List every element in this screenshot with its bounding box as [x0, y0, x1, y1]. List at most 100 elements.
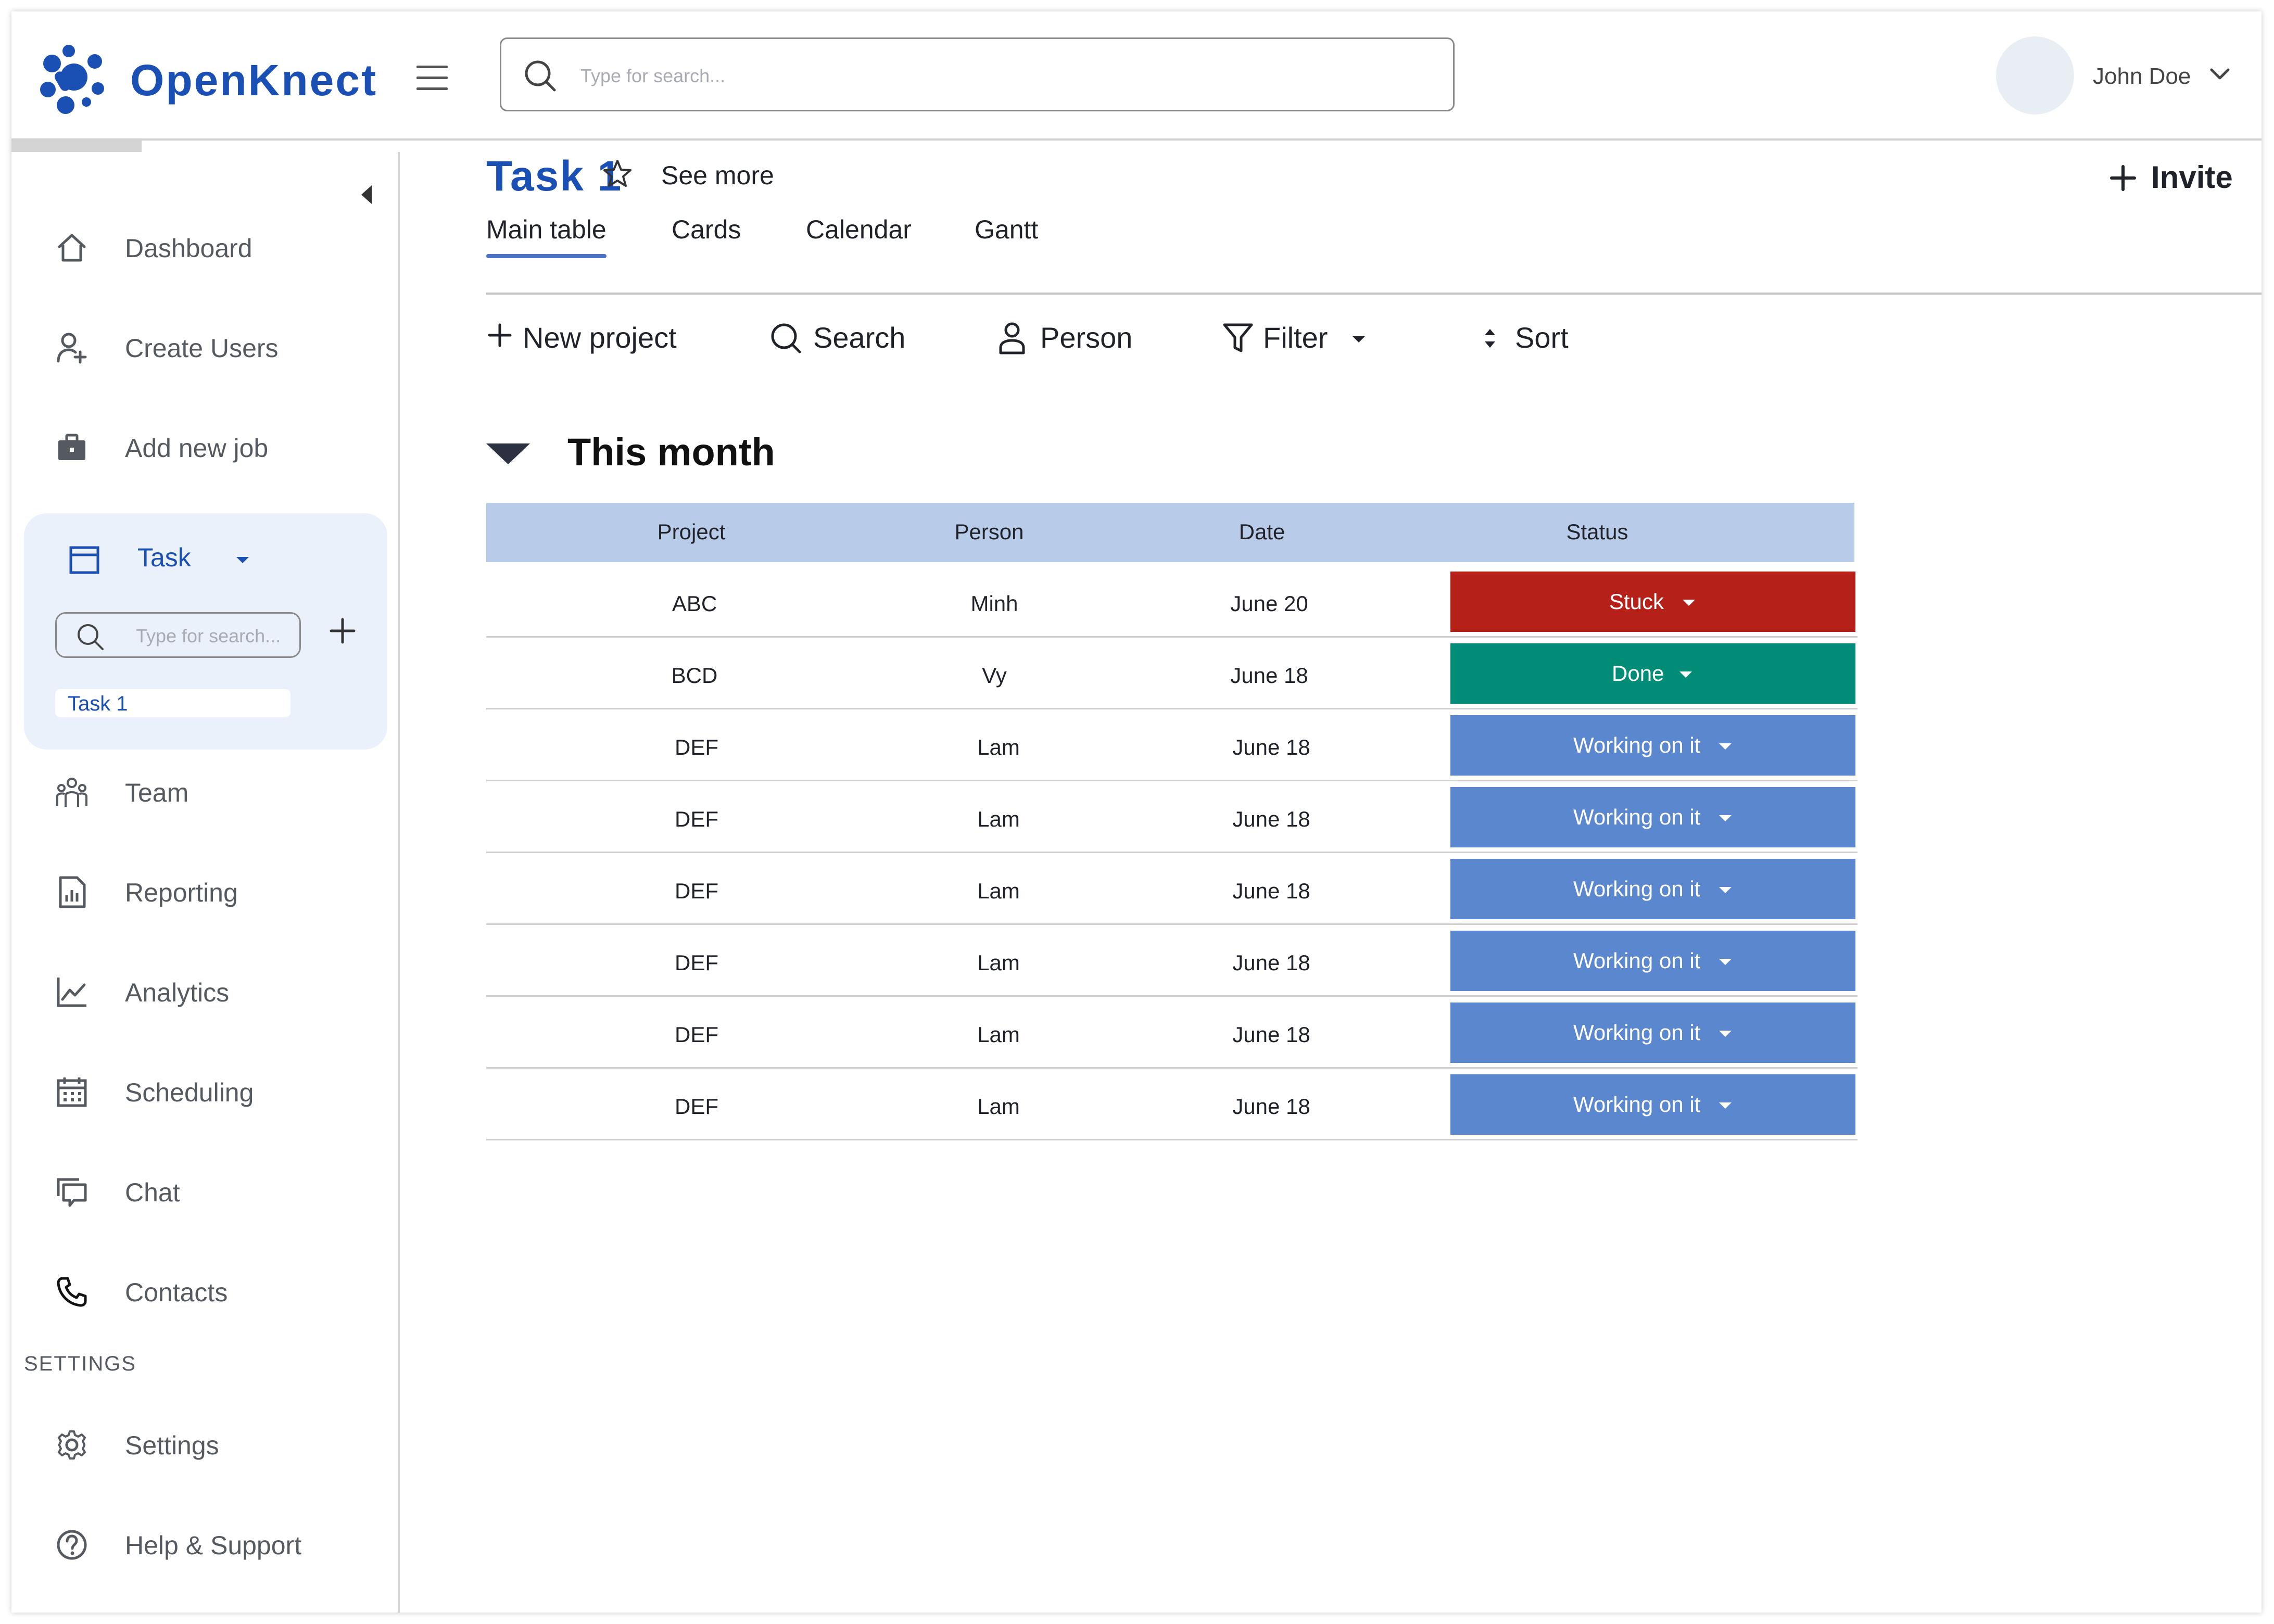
table-row[interactable]: DEF Lam June 18 Working on it — [486, 709, 1858, 781]
sidebar-subitem-task-1[interactable]: Task 1 — [55, 689, 290, 717]
sidebar-item-scheduling[interactable]: Scheduling — [11, 1059, 398, 1121]
column-header-status[interactable]: Status — [1545, 519, 1649, 544]
column-header-date[interactable]: Date — [1210, 519, 1314, 544]
main-content: Task 1 See more Invite Main table Cards … — [400, 152, 2262, 1613]
sidebar: Dashboard Create Users Add new job Task … — [11, 152, 400, 1613]
sidebar-item-task[interactable]: Task Task 1 — [24, 513, 387, 750]
sidebar-item-create-users[interactable]: Create Users — [11, 314, 398, 377]
calendar-icon — [57, 1077, 87, 1107]
table-row[interactable]: DEF Lam June 18 Working on it — [486, 924, 1858, 997]
global-search-box[interactable] — [500, 37, 1455, 111]
table-row[interactable]: BCD Vy June 18 Done — [486, 637, 1858, 709]
new-project-button[interactable]: New project — [486, 318, 694, 359]
sort-icon — [1485, 329, 1495, 348]
table-row[interactable]: ABC Minh June 20 Stuck — [486, 565, 1858, 638]
sidebar-item-label: Task — [137, 543, 191, 572]
task-search-box[interactable] — [55, 612, 301, 658]
sidebar-item-chat[interactable]: Chat — [11, 1159, 398, 1221]
chevron-down-icon[interactable] — [2208, 67, 2231, 82]
table-row[interactable]: DEF Lam June 18 Working on it — [486, 1068, 1858, 1140]
cell-project: DEF — [675, 879, 718, 903]
user-name[interactable]: John Doe — [2093, 64, 2191, 90]
sidebar-item-label: Analytics — [125, 978, 230, 1007]
search-icon — [525, 60, 556, 92]
sidebar-item-analytics[interactable]: Analytics — [11, 959, 398, 1021]
sidebar-item-reporting[interactable]: Reporting — [11, 859, 398, 921]
cell-person: Lam — [977, 879, 1020, 903]
status-dropdown[interactable]: Working on it — [1450, 931, 1855, 991]
filter-button[interactable]: Filter — [1221, 318, 1378, 359]
sidebar-item-team[interactable]: Team — [11, 759, 398, 821]
app-window: OpenKnect John Doe Dashboard — [11, 11, 2262, 1613]
invite-label: Invite — [2151, 160, 2233, 195]
star-icon[interactable] — [602, 158, 633, 189]
analytics-icon — [57, 978, 86, 1007]
cell-date: June 18 — [1230, 663, 1308, 688]
caret-down-icon[interactable] — [236, 557, 249, 563]
sidebar-item-add-new-job[interactable]: Add new job — [11, 414, 398, 477]
chat-icon — [57, 1178, 87, 1207]
column-header-person[interactable]: Person — [937, 519, 1041, 544]
status-dropdown[interactable]: Stuck — [1450, 572, 1855, 632]
cell-project: DEF — [675, 807, 718, 831]
cell-date: June 18 — [1232, 950, 1310, 975]
caret-down-icon — [1679, 671, 1692, 678]
cell-person: Lam — [977, 950, 1020, 975]
table-row[interactable]: DEF Lam June 18 Working on it — [486, 853, 1858, 925]
status-dropdown[interactable]: Working on it — [1450, 1074, 1855, 1135]
table-row[interactable]: DEF Lam June 18 Working on it — [486, 996, 1858, 1069]
person-filter-button[interactable]: Person — [996, 318, 1147, 359]
add-icon[interactable] — [327, 615, 358, 646]
status-dropdown[interactable]: Working on it — [1450, 787, 1855, 847]
caret-down-icon — [1719, 887, 1732, 893]
cell-date: June 18 — [1232, 735, 1310, 759]
cell-project: DEF — [675, 950, 718, 975]
search-button[interactable]: Search — [769, 318, 915, 359]
menu-hamburger-icon[interactable] — [416, 66, 448, 91]
brand-logo[interactable]: OpenKnect — [36, 44, 376, 117]
team-icon — [56, 778, 87, 807]
sidebar-item-settings[interactable]: Settings — [11, 1412, 398, 1474]
sidebar-item-label: Scheduling — [125, 1078, 254, 1107]
cell-project: DEF — [675, 1094, 718, 1119]
collapse-sidebar-icon[interactable] — [361, 185, 372, 204]
scrollbar-thumb[interactable] — [11, 141, 142, 152]
phone-icon — [57, 1277, 87, 1307]
status-label: Working on it — [1573, 1092, 1701, 1116]
sidebar-item-label: Settings — [125, 1431, 219, 1460]
cell-date: June 20 — [1230, 591, 1308, 616]
user-add-icon — [57, 333, 87, 364]
tab-calendar[interactable]: Calendar — [806, 214, 912, 245]
tab-gantt[interactable]: Gantt — [975, 214, 1038, 245]
task-search-input[interactable] — [135, 624, 293, 648]
sidebar-item-help-support[interactable]: Help & Support — [11, 1512, 398, 1574]
cell-project: DEF — [675, 1022, 718, 1047]
sort-label: Sort — [1515, 321, 1569, 354]
home-icon — [58, 234, 86, 262]
status-label: Working on it — [1573, 733, 1701, 757]
status-dropdown[interactable]: Working on it — [1450, 1003, 1855, 1063]
sidebar-item-contacts[interactable]: Contacts — [11, 1259, 398, 1321]
cell-person: Lam — [977, 1022, 1020, 1047]
global-search-input[interactable] — [579, 60, 1414, 92]
sidebar-item-label: Help & Support — [125, 1531, 302, 1560]
see-more-link[interactable]: See more — [661, 160, 774, 191]
cell-date: June 18 — [1232, 807, 1310, 831]
table-row[interactable]: DEF Lam June 18 Working on it — [486, 781, 1858, 853]
caret-down-icon — [1719, 959, 1732, 965]
status-label: Done — [1612, 661, 1664, 686]
filter-icon — [1223, 323, 1253, 352]
sidebar-item-dashboard[interactable]: Dashboard — [11, 214, 398, 277]
sort-button[interactable]: Sort — [1480, 318, 1605, 359]
column-header-project[interactable]: Project — [639, 519, 743, 544]
tab-cards[interactable]: Cards — [672, 214, 741, 245]
avatar[interactable] — [1996, 36, 2074, 115]
status-label: Stuck — [1609, 589, 1664, 614]
status-dropdown[interactable]: Working on it — [1450, 715, 1855, 776]
sidebar-item-label: Add new job — [125, 434, 269, 463]
status-dropdown[interactable]: Working on it — [1450, 859, 1855, 919]
caret-down-icon — [1719, 1031, 1732, 1037]
tab-main-table[interactable]: Main table — [486, 214, 607, 258]
collapse-group-icon[interactable] — [486, 443, 530, 464]
status-dropdown[interactable]: Done — [1450, 643, 1855, 704]
